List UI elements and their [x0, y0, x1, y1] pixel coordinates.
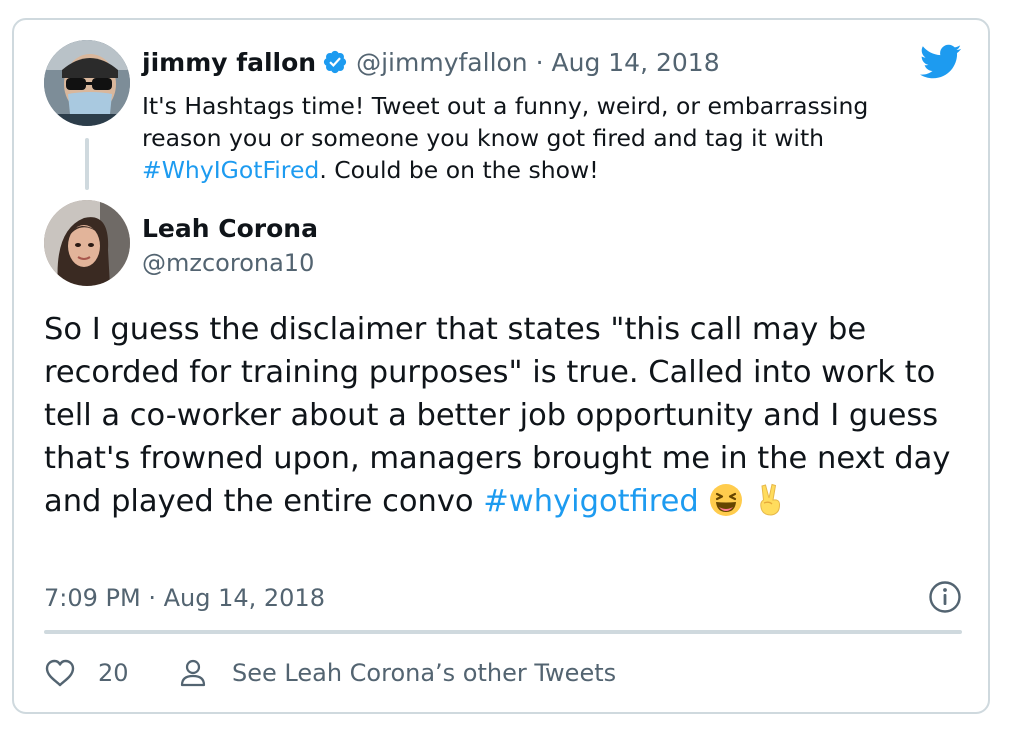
quoted-author-handle[interactable]: @jimmyfallon [356, 48, 528, 77]
tweet-timestamp[interactable]: 7:09 PM · Aug 14, 2018 [44, 582, 325, 614]
footer-divider [44, 630, 962, 634]
avatar-mzcorona10[interactable] [44, 200, 130, 286]
quoted-tweet-text: It's Hashtags time! Tweet out a funny, w… [142, 90, 942, 186]
victory-hand-emoji [760, 483, 780, 516]
quoted-author-name[interactable]: jimmy fallon [142, 48, 316, 77]
tweet-author-name[interactable]: Leah Corona [142, 212, 318, 246]
tweet-hashtag-link[interactable]: #whyigotfired [483, 484, 699, 519]
tweet-author-handle[interactable]: @mzcorona10 [142, 247, 314, 279]
quoted-tweet-date[interactable]: Aug 14, 2018 [552, 48, 720, 77]
person-icon [180, 659, 206, 687]
twitter-bird-icon[interactable] [920, 44, 962, 80]
tweet-text: So I guess the disclaimer that states "t… [44, 308, 974, 523]
see-other-tweets-link[interactable]: See Leah Corona’s other Tweets [232, 656, 616, 690]
like-count[interactable]: 20 [98, 656, 129, 690]
thread-connector-line [85, 138, 89, 190]
heart-icon[interactable] [44, 658, 76, 688]
laughing-face-emoji [709, 484, 742, 516]
quoted-tweet-header: jimmy fallon @jimmyfallon · Aug 14, 2018 [142, 46, 720, 80]
quoted-text-tail: . Could be on the show! [319, 156, 599, 184]
quoted-text-body: It's Hashtags time! Tweet out a funny, w… [142, 92, 869, 152]
verified-badge-icon [324, 50, 347, 74]
info-icon[interactable] [928, 580, 962, 614]
header-separator: · [535, 48, 544, 77]
avatar-jimmyfallon[interactable] [44, 40, 130, 126]
quoted-hashtag-link[interactable]: #WhyIGotFired [142, 156, 319, 184]
